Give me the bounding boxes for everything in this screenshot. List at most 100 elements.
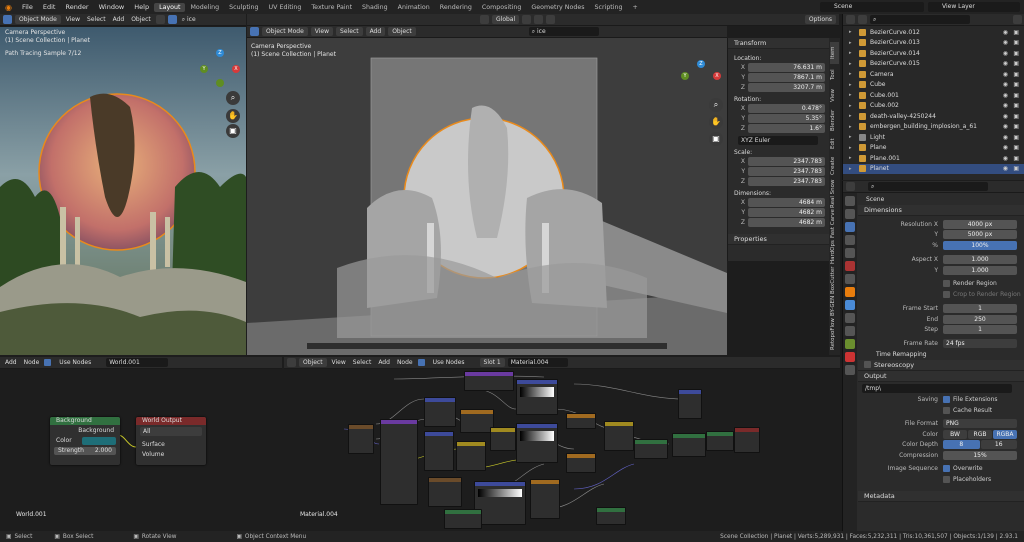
shader-node[interactable]	[530, 479, 560, 519]
shader-node[interactable]	[566, 453, 596, 473]
tab-shading[interactable]: Shading	[357, 3, 393, 12]
outliner-item-label[interactable]: BezierCurve.014	[870, 50, 920, 57]
texture-tab-icon[interactable]	[845, 365, 855, 375]
menu-select[interactable]: Select	[85, 16, 108, 23]
shader-menu-view[interactable]: View	[330, 359, 348, 366]
main-menu-select[interactable]: Select	[336, 27, 363, 36]
main-axis-z-icon[interactable]: Z	[697, 60, 705, 68]
cache-result-checkbox[interactable]	[943, 406, 950, 414]
render-region-row[interactable]: Render Region	[858, 279, 1024, 290]
menu-help[interactable]: Help	[129, 3, 154, 11]
expand-arrow-icon[interactable]: ▸	[849, 124, 852, 130]
tab-rendering[interactable]: Rendering	[435, 3, 477, 12]
shader-node[interactable]	[460, 409, 494, 433]
shader-node[interactable]	[634, 439, 668, 459]
axis-x-icon[interactable]: X	[232, 65, 240, 73]
shader-node[interactable]	[348, 424, 374, 454]
tab-sculpting[interactable]: Sculpting	[224, 3, 263, 12]
rotation-x-row[interactable]: X 0.478°	[732, 104, 825, 113]
expand-arrow-icon[interactable]: ▸	[849, 29, 852, 35]
outliner-row[interactable]: ▸ embergen_building_implosion_a_61 ◉ ▣	[843, 122, 1024, 133]
visibility-eye-icon[interactable]: ◉	[1003, 134, 1008, 141]
particles-tab-icon[interactable]	[845, 313, 855, 323]
shader-menu-select[interactable]: Select	[351, 359, 374, 366]
shader-object-dropdown[interactable]: Object	[299, 358, 327, 367]
tab-layout[interactable]: Layout	[154, 2, 186, 12]
outliner-row[interactable]: ▸ death-valley-4250244 ◉ ▣	[843, 111, 1024, 122]
material-datablock-field[interactable]: Material.004	[507, 358, 568, 367]
shader-node[interactable]	[464, 371, 514, 391]
visibility-eye-icon[interactable]: ◉	[1003, 60, 1008, 67]
viewport-search-field[interactable]: ⌕ ice	[528, 27, 599, 36]
outliner-item-label[interactable]: BezierCurve.013	[870, 39, 920, 46]
render-camera-icon[interactable]: ▣	[1013, 113, 1019, 120]
shader-node-canvas[interactable]: Material.004	[284, 369, 840, 531]
main-navigation-gizmo[interactable]: Z X Y	[679, 58, 723, 102]
outliner-item-label[interactable]: embergen_building_implosion_a_61	[870, 123, 977, 130]
navigation-gizmo[interactable]: Z X Y	[198, 47, 242, 91]
rotation-mode-dropdown[interactable]: XYZ Euler	[738, 136, 818, 145]
shader-use-nodes-checkbox[interactable]	[417, 359, 425, 366]
scale-z-field[interactable]: 2347.783	[748, 177, 825, 186]
outliner-row[interactable]: ▸ Planet ◉ ▣	[843, 163, 1024, 174]
main-menu-add[interactable]: Add	[365, 27, 386, 36]
outliner-row[interactable]: ▸ BezierCurve.014 ◉ ▣	[843, 48, 1024, 59]
outliner-row[interactable]: ▸ BezierCurve.013 ◉ ▣	[843, 38, 1024, 49]
material-output-node[interactable]	[734, 427, 760, 453]
aspect-y-field[interactable]: 1.000	[943, 265, 1017, 275]
outliner-search-field[interactable]: ⌕	[870, 15, 970, 24]
shader-node[interactable]	[678, 389, 702, 419]
expand-arrow-icon[interactable]: ▸	[849, 82, 852, 88]
outliner-row[interactable]: ▸ Light ◉ ▣	[843, 132, 1024, 143]
outliner-item-label[interactable]: Cube.001	[870, 92, 899, 99]
select-box-icon[interactable]	[250, 27, 259, 36]
crop-region-row[interactable]: Crop to Render Region	[858, 289, 1024, 300]
viewport-shading-icon[interactable]	[155, 15, 165, 24]
visibility-eye-icon[interactable]: ◉	[1003, 29, 1008, 36]
outliner-row[interactable]: ▸ Plane ◉ ▣	[843, 143, 1024, 154]
scene-selector[interactable]: Scene	[820, 2, 924, 12]
color-depth-16-button[interactable]: 16	[980, 440, 1017, 450]
tab-modeling[interactable]: Modeling	[185, 3, 224, 12]
properties-section-header[interactable]: Properties	[728, 234, 829, 245]
visibility-eye-icon[interactable]: ◉	[1003, 92, 1008, 99]
main-object-mode-dropdown[interactable]: Object Mode	[262, 27, 308, 36]
expand-arrow-icon[interactable]: ▸	[849, 61, 852, 67]
outliner-item-label[interactable]: Cube	[870, 81, 886, 88]
menu-render[interactable]: Render	[60, 3, 93, 11]
rotation-z-field[interactable]: 1.6°	[748, 124, 825, 133]
filter-icon[interactable]	[1013, 15, 1022, 24]
tab-edit[interactable]: Edit	[830, 136, 839, 152]
pan-hand-icon[interactable]: ✋	[226, 109, 240, 123]
render-camera-icon[interactable]: ▣	[1013, 50, 1019, 57]
shader-node[interactable]	[604, 421, 634, 451]
properties-type-icon[interactable]	[846, 182, 855, 191]
axis-y-icon[interactable]: Y	[200, 65, 208, 73]
outliner-row[interactable]: ▸ Camera ◉ ▣	[843, 69, 1024, 80]
rotation-y-row[interactable]: Y 5.35°	[732, 114, 825, 123]
render-camera-icon[interactable]: ▣	[1013, 71, 1019, 78]
tab-by-gen[interactable]: BY-GEN	[830, 296, 839, 316]
physics-tab-icon[interactable]	[845, 326, 855, 336]
zoom-icon[interactable]: ⌕	[226, 91, 240, 105]
render-camera-icon[interactable]: ▣	[1013, 144, 1019, 151]
slot-dropdown[interactable]: Slot 1	[479, 358, 505, 367]
tab-boxcutter[interactable]: BoxCutter	[830, 266, 839, 294]
proportional-edit-icon[interactable]	[546, 15, 556, 24]
frame-end-field[interactable]: 250	[943, 314, 1017, 324]
visibility-eye-icon[interactable]: ◉	[1003, 123, 1008, 130]
overwrite-checkbox[interactable]	[943, 465, 950, 473]
outliner-row[interactable]: ▸ BezierCurve.015 ◉ ▣	[843, 59, 1024, 70]
render-camera-icon[interactable]: ▣	[1013, 165, 1019, 172]
scale-z-row[interactable]: Z 2347.783	[732, 177, 825, 186]
outliner-item-label[interactable]: Camera	[870, 71, 894, 78]
world-use-nodes-checkbox[interactable]	[44, 359, 52, 366]
camera-view-icon[interactable]: ▣	[226, 124, 240, 138]
data-tab-icon[interactable]	[845, 339, 855, 349]
render-camera-icon[interactable]: ▣	[1013, 81, 1019, 88]
tab-item[interactable]: Item	[830, 42, 839, 64]
outliner-item-label[interactable]: BezierCurve.015	[870, 60, 920, 67]
transform-orientation-dropdown[interactable]: Global	[492, 15, 520, 24]
tab-scripting[interactable]: Scripting	[590, 3, 628, 12]
dimensions-z-row[interactable]: Z 4682 m	[732, 218, 825, 227]
